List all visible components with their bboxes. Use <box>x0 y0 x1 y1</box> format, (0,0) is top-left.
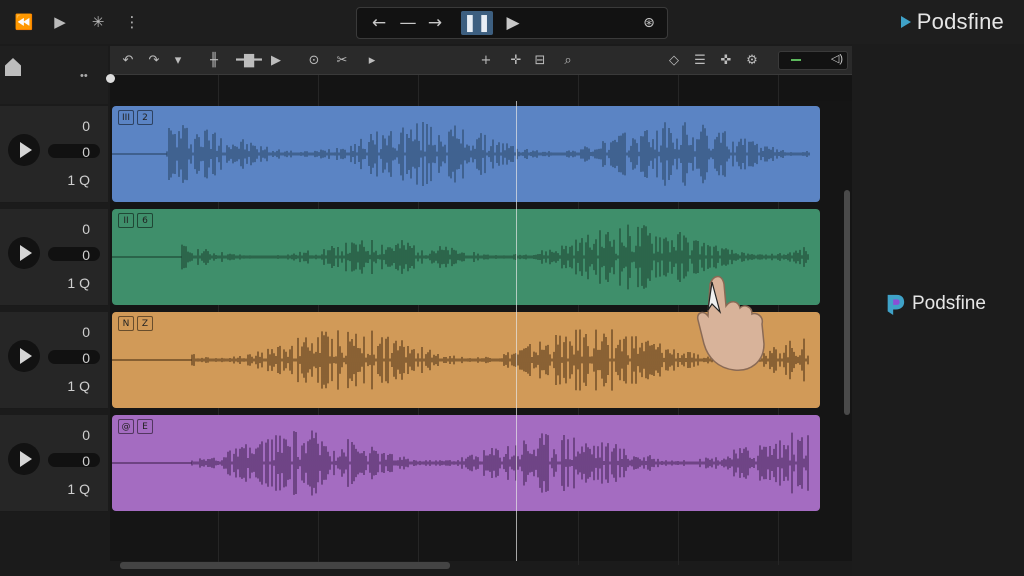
add-icon[interactable]: + <box>476 50 496 70</box>
more-icon[interactable]: •• <box>80 70 88 82</box>
pin-icon[interactable]: ✜ <box>716 50 736 70</box>
pause-icon[interactable]: ❚❚ <box>461 11 493 35</box>
clip-badge: II <box>118 213 134 228</box>
loop-icon[interactable]: — <box>397 11 419 35</box>
track-play-button[interactable] <box>8 443 40 475</box>
clip-badge: N <box>118 316 134 331</box>
zoom-icon[interactable]: ⌕ <box>558 50 578 70</box>
rewind-icon[interactable]: ⏪ <box>12 10 36 34</box>
clip-badge: @ <box>118 419 134 434</box>
hand-cursor-icon <box>696 275 765 371</box>
forward-arrow-icon[interactable]: → <box>421 11 449 35</box>
track-header-4[interactable]: 0 0 1 Q <box>0 415 108 512</box>
track-play-button[interactable] <box>8 134 40 166</box>
waveform <box>112 121 810 187</box>
side-brand: Podsfine <box>884 291 986 317</box>
transport-controls: ← — → ❚❚ ▶ ⊛ <box>356 7 668 39</box>
podsfine-logo-icon <box>887 294 905 315</box>
clip-badge: III <box>118 110 134 125</box>
track-value: 0 <box>82 247 90 263</box>
track-value: 1 Q <box>67 481 90 497</box>
meter-level <box>791 59 801 61</box>
side-brand-name: Podsfine <box>912 293 986 314</box>
more-vertical-icon[interactable]: ⋮ <box>120 10 144 34</box>
track-slider[interactable] <box>48 247 100 261</box>
track-slider[interactable] <box>48 350 100 364</box>
add-track-icon[interactable]: ✛ <box>506 50 526 70</box>
track-header-2[interactable]: 0 0 1 Q <box>0 209 108 306</box>
clip-badge: 6 <box>137 213 153 228</box>
track-value: 1 Q <box>67 172 90 188</box>
list-icon[interactable]: ☰ <box>690 50 710 70</box>
track-play-button[interactable] <box>8 340 40 372</box>
audio-clip[interactable]: @ E <box>112 415 820 511</box>
split-icon[interactable]: ╫ <box>204 50 224 70</box>
track-value: 0 <box>82 453 90 469</box>
waveform-path <box>112 121 810 187</box>
playhead-handle[interactable] <box>106 74 115 83</box>
track-slider[interactable] <box>48 453 100 467</box>
audio-clip[interactable]: III 2 <box>112 106 820 202</box>
vertical-scrollbar[interactable] <box>844 190 850 415</box>
track-value: 1 Q <box>67 378 90 394</box>
brand-triangle-icon <box>900 16 911 28</box>
timeline-ruler[interactable] <box>110 75 852 101</box>
marker-icon[interactable]: ⊟ <box>530 50 550 70</box>
settings-icon[interactable]: ⚙ <box>742 50 762 70</box>
cut-icon[interactable]: ✂ <box>332 50 352 70</box>
next-icon[interactable]: ▸ <box>362 50 382 70</box>
clip-badge: E <box>137 419 153 434</box>
back-arrow-icon[interactable]: ← <box>365 11 393 35</box>
track-header-toolbar: •• <box>0 46 108 104</box>
playhead-line[interactable] <box>516 101 517 561</box>
top-toolbar: ⏪ ▶ ✳ ⋮ ← — → ❚❚ ▶ ⊛ Podsfine <box>0 0 1024 44</box>
play-icon[interactable]: ▶ <box>501 11 525 35</box>
track-value: 0 <box>82 221 90 237</box>
undo-icon[interactable]: ↶ <box>118 50 138 70</box>
redo-icon[interactable]: ↷ <box>144 50 164 70</box>
track-slider[interactable] <box>48 144 100 158</box>
eye-icon[interactable]: ⊙ <box>304 50 324 70</box>
brand-logo: Podsfine <box>900 9 1004 35</box>
brand-name: Podsfine <box>916 9 1004 34</box>
speaker-icon[interactable]: ◁) <box>831 52 843 65</box>
edit-toolbar: ↶ ↷ ▾ ╫ ━▇━ ▶ ⊙ ✂ ▸ + ✛ ⊟ ⌕ ◇ ☰ ✜ ⚙ ◁) <box>110 46 852 75</box>
track-play-button[interactable] <box>8 237 40 269</box>
track-header-1[interactable]: 0 0 1 Q <box>0 106 108 203</box>
asterisk-icon[interactable]: ✳ <box>86 10 110 34</box>
track-value: 0 <box>82 118 90 134</box>
track-value: 0 <box>82 427 90 443</box>
track-value: 0 <box>82 144 90 160</box>
track-value: 0 <box>82 350 90 366</box>
dropdown-icon[interactable]: ▾ <box>168 50 188 70</box>
clip-badge: 2 <box>137 110 153 125</box>
track-header-3[interactable]: 0 0 1 Q <box>0 312 108 409</box>
track-value: 0 <box>82 324 90 340</box>
volume-slider-icon[interactable]: ━▇━ <box>234 50 264 70</box>
visibility-icon[interactable]: ◇ <box>664 50 684 70</box>
level-meter[interactable]: ◁) <box>778 51 848 70</box>
waveform-path <box>112 430 809 496</box>
play-icon[interactable]: ▶ <box>48 10 72 34</box>
horizontal-scrollbar[interactable] <box>120 562 450 569</box>
play-small-icon[interactable]: ▶ <box>266 50 286 70</box>
mask-icon[interactable]: ⊛ <box>637 11 661 35</box>
waveform <box>112 430 809 496</box>
track-value: 1 Q <box>67 275 90 291</box>
home-icon[interactable] <box>5 58 21 76</box>
clip-badge: Z <box>137 316 153 331</box>
